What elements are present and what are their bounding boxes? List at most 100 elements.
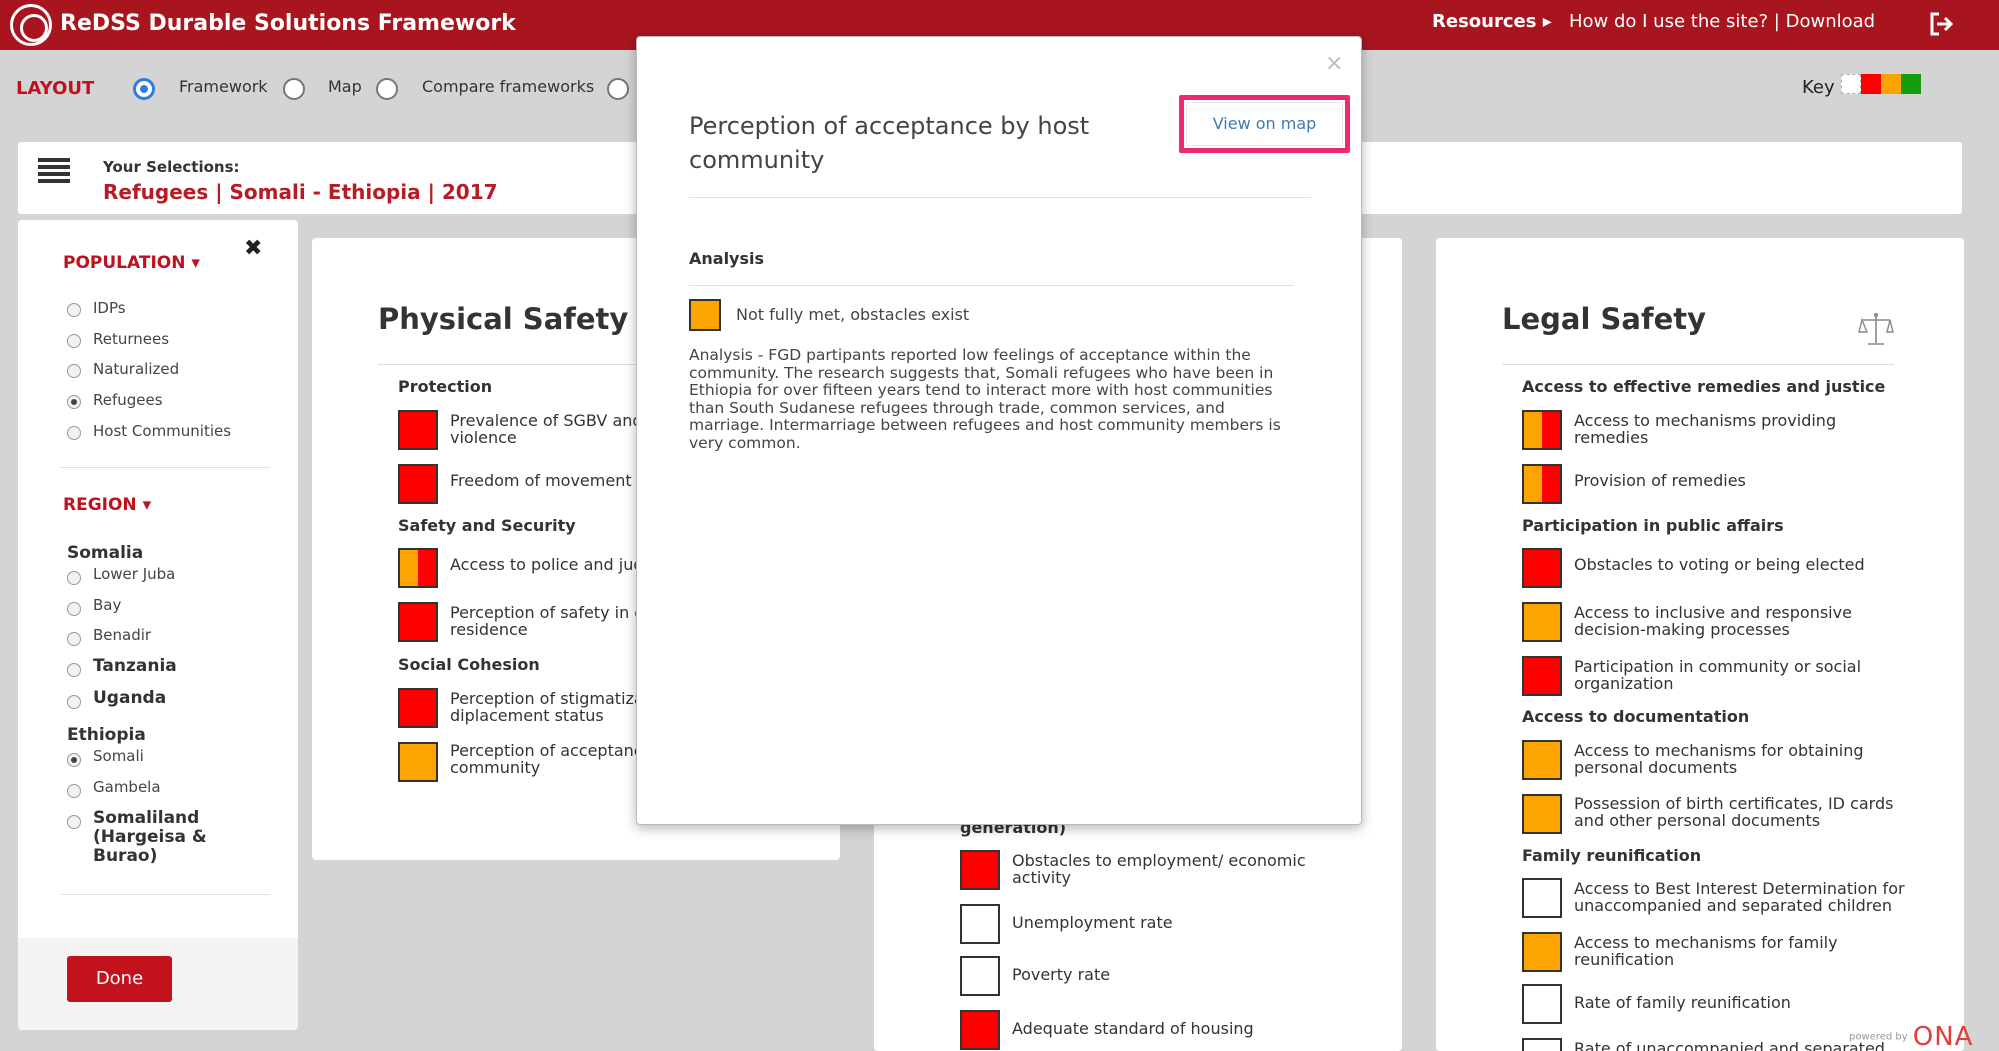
indicator-status-box[interactable] [1522, 932, 1562, 972]
resources-menu[interactable]: Resources ▸ [1432, 11, 1552, 32]
indicator-status-box[interactable] [1522, 878, 1562, 918]
layout-framework-label[interactable]: Framework [179, 77, 268, 96]
indicator-label[interactable]: Participation in community or social org… [1574, 658, 1904, 694]
logout-icon[interactable] [1927, 11, 1955, 37]
region-gambela-radio[interactable] [67, 784, 81, 798]
country-tanzania-label[interactable]: Tanzania [93, 656, 177, 676]
region-gambela-label[interactable]: Gambela [93, 778, 161, 796]
layout-label: LAYOUT [16, 78, 95, 99]
key-red-swatch [1861, 74, 1881, 94]
population-returnees-label[interactable]: Returnees [93, 330, 169, 348]
indicator-label[interactable]: Prevalence of SGBV and violence [450, 412, 650, 448]
indicator-label[interactable]: Access to mechanisms for obtaining perso… [1574, 742, 1904, 778]
key-empty-swatch [1841, 74, 1861, 94]
indicator-status-box[interactable] [1522, 464, 1562, 504]
modal-close-icon[interactable]: × [1325, 51, 1343, 76]
indicator-status-box[interactable] [1522, 602, 1562, 642]
indicator-status-box[interactable] [1522, 548, 1562, 588]
indicator-label[interactable]: Access to mechanisms for family reunific… [1574, 934, 1904, 970]
indicator-label[interactable]: Access to mechanisms providing remedies [1574, 412, 1904, 448]
population-host-communities-radio[interactable] [67, 426, 81, 440]
indicator-status-box[interactable] [960, 1010, 1000, 1050]
indicator-status-box[interactable] [960, 956, 1000, 996]
indicator-status-box[interactable] [1522, 984, 1562, 1024]
region-lower-juba-label[interactable]: Lower Juba [93, 565, 175, 583]
category-family-reunification: Family reunification [1522, 846, 1702, 865]
population-refugees-radio[interactable] [67, 395, 81, 409]
indicator-label[interactable]: Adequate standard of housing [1012, 1020, 1332, 1040]
population-returnees-radio[interactable] [67, 334, 81, 348]
key-label: Key [1802, 77, 1835, 98]
indicator-status-box[interactable] [1522, 1038, 1562, 1051]
redss-logo-icon[interactable] [10, 4, 52, 46]
done-button[interactable]: Done [67, 956, 172, 1002]
card-title: Physical Safety [378, 302, 629, 336]
population-heading[interactable]: POPULATION [63, 253, 200, 273]
indicator-status-box[interactable] [398, 548, 438, 588]
region-bay-radio[interactable] [67, 602, 81, 616]
indicator-label[interactable]: Freedom of movement [450, 472, 650, 492]
category-protection: Protection [398, 377, 493, 396]
indicator-status-box[interactable] [1522, 740, 1562, 780]
help-download-links[interactable]: How do I use the site? | Download [1569, 11, 1875, 32]
indicator-label[interactable]: Obstacles to voting or being elected [1574, 556, 1904, 576]
layout-framework-radio[interactable] [133, 78, 155, 100]
indicator-label[interactable]: Possession of birth certificates, ID car… [1574, 795, 1904, 831]
view-on-map-button[interactable]: View on map [1186, 102, 1343, 146]
region-bay-label[interactable]: Bay [93, 596, 121, 614]
indicator-label[interactable]: Poverty rate [1012, 966, 1332, 986]
region-benadir-radio[interactable] [67, 632, 81, 646]
indicator-label[interactable]: Rate of family reunification [1574, 994, 1904, 1014]
indicator-status-box[interactable] [398, 602, 438, 642]
population-idps-radio[interactable] [67, 303, 81, 317]
indicator-status-box[interactable] [1522, 656, 1562, 696]
indicator-status-box[interactable] [1522, 410, 1562, 450]
country-somaliland-radio[interactable] [67, 815, 81, 829]
population-idps-label[interactable]: IDPs [93, 299, 126, 317]
region-lower-juba-radio[interactable] [67, 571, 81, 585]
layout-compare-radio[interactable] [376, 78, 398, 100]
region-heading[interactable]: REGION [63, 495, 151, 515]
indicator-status-box[interactable] [960, 904, 1000, 944]
indicator-label[interactable]: Perception of acceptanc community [450, 742, 650, 778]
indicator-status-box[interactable] [398, 410, 438, 450]
layout-compare-label[interactable]: Compare frameworks [422, 77, 594, 96]
layout-map-label[interactable]: Map [328, 77, 362, 96]
indicator-status-box[interactable] [398, 742, 438, 782]
powered-by-ona[interactable]: powered by ONA [1849, 1022, 1973, 1051]
indicator-label[interactable]: Perception of safety in c residence [450, 604, 650, 640]
indicator-label[interactable]: Access to Best Interest Determination fo… [1574, 880, 1914, 916]
population-refugees-label[interactable]: Refugees [93, 391, 163, 409]
indicator-label[interactable]: Provision of remedies [1574, 472, 1904, 492]
population-naturalized-label[interactable]: Naturalized [93, 360, 179, 378]
indicator-label[interactable]: Perception of stigmatiza diplacement sta… [450, 690, 650, 726]
country-uganda-radio[interactable] [67, 695, 81, 709]
country-uganda-label[interactable]: Uganda [93, 688, 166, 708]
indicator-label[interactable]: Access to inclusive and responsive decis… [1574, 604, 1904, 640]
indicator-label[interactable]: Access to police and jud [450, 556, 650, 576]
population-naturalized-radio[interactable] [67, 364, 81, 378]
scales-icon [1858, 313, 1894, 345]
region-somali-radio[interactable] [67, 753, 81, 767]
indicator-status-box[interactable] [398, 464, 438, 504]
list-icon[interactable] [38, 158, 70, 184]
region-benadir-label[interactable]: Benadir [93, 626, 151, 644]
app-title[interactable]: ReDSS Durable Solutions Framework [60, 11, 516, 36]
indicator-detail-modal: × Perception of acceptance by host commu… [636, 36, 1362, 825]
indicator-label[interactable]: Unemployment rate [1012, 914, 1332, 934]
country-somaliland-label[interactable]: Somaliland (Hargeisa & Burao) [93, 809, 243, 866]
category-safety-security: Safety and Security [398, 516, 576, 535]
indicator-status-box[interactable] [960, 850, 1000, 890]
selection-title: Your Selections: [103, 158, 240, 176]
indicator-label[interactable]: Obstacles to employment/ economic activi… [1012, 852, 1332, 888]
key-orange-swatch [1881, 74, 1901, 94]
indicator-status-box[interactable] [398, 688, 438, 728]
region-somali-label[interactable]: Somali [93, 747, 144, 765]
layout-extra-radio[interactable] [607, 78, 629, 100]
close-icon[interactable]: ✖ [244, 236, 262, 261]
indicator-status-box[interactable] [1522, 794, 1562, 834]
layout-map-radio[interactable] [283, 78, 305, 100]
country-tanzania-radio[interactable] [67, 663, 81, 677]
selection-value: Refugees | Somali - Ethiopia | 2017 [103, 180, 498, 204]
population-host-communities-label[interactable]: Host Communities [93, 422, 231, 440]
